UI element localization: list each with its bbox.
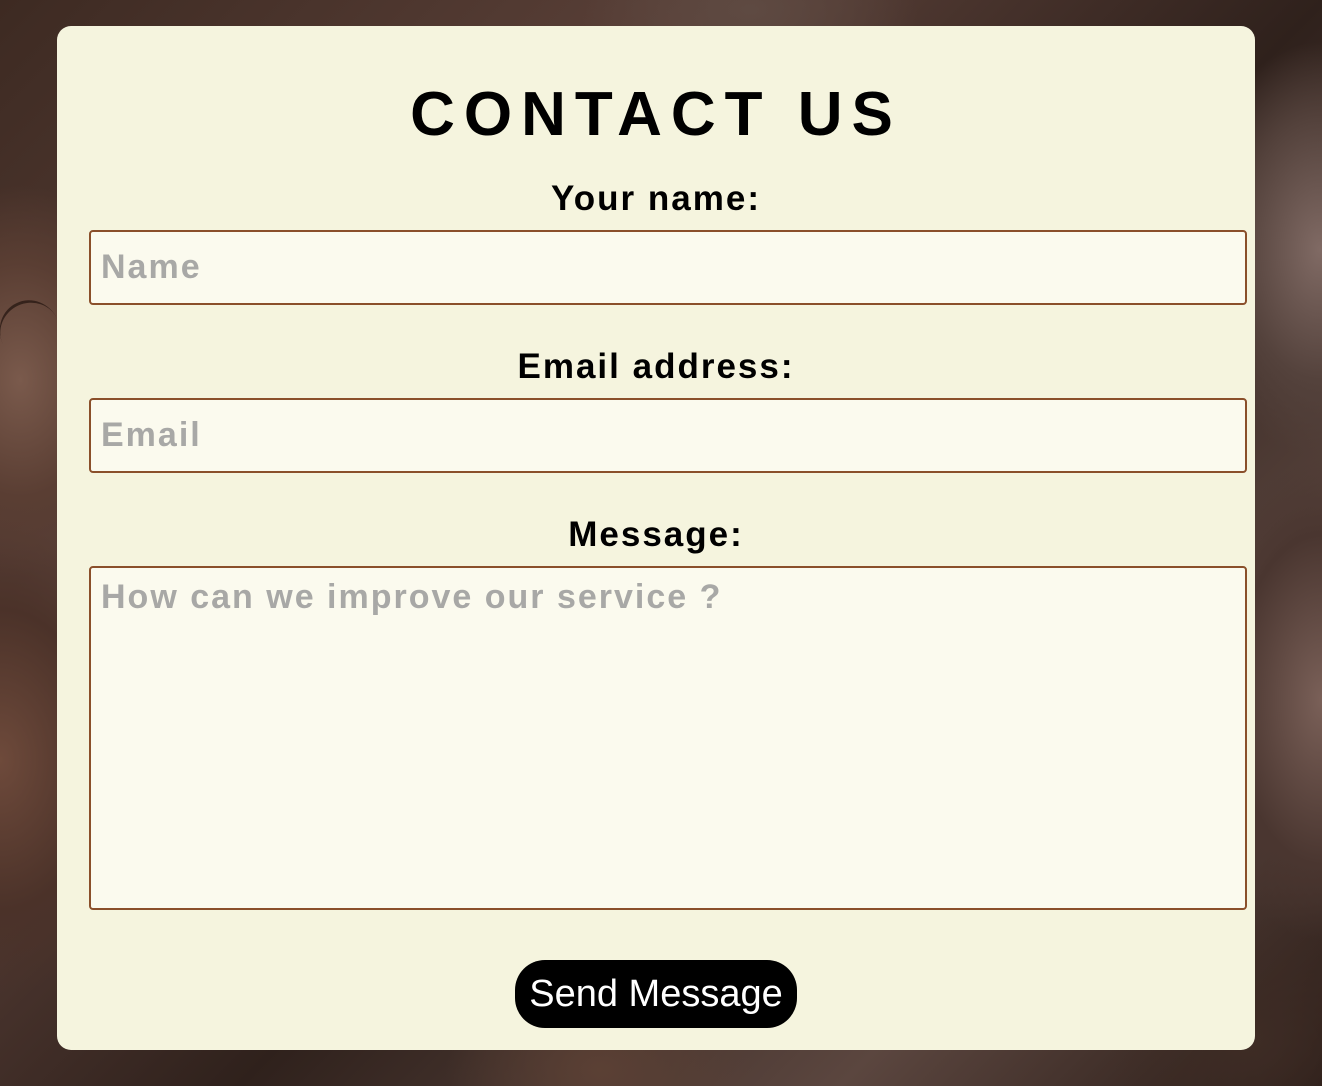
contact-form-card: CONTACT US Your name: Email address: Mes… [57, 26, 1255, 1050]
page-title: CONTACT US [410, 80, 902, 149]
email-input[interactable] [89, 398, 1247, 473]
name-input[interactable] [89, 230, 1247, 305]
message-textarea[interactable] [89, 566, 1247, 910]
message-label: Message: [568, 515, 744, 554]
name-label: Your name: [551, 179, 761, 218]
email-label: Email address: [517, 347, 795, 386]
send-message-button[interactable]: Send Message [515, 960, 797, 1028]
